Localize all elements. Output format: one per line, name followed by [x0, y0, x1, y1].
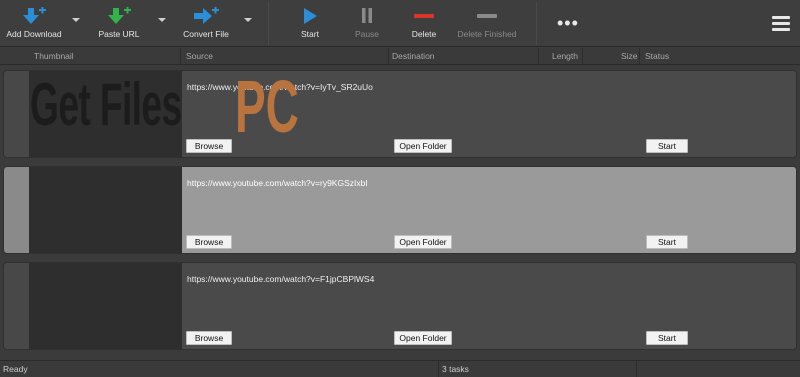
delete-minus-icon	[413, 7, 435, 25]
row-start-button[interactable]: Start	[646, 139, 688, 153]
open-folder-button[interactable]: Open Folder	[394, 331, 452, 345]
delete-button[interactable]: Delete	[404, 0, 444, 47]
header-separator	[582, 48, 583, 65]
delete-finished-label: Delete Finished	[457, 29, 517, 39]
col-size[interactable]: Size	[621, 51, 638, 61]
download-row-selected[interactable]: https://www.youtube.com/watch?v=ry9KGSzI…	[3, 166, 797, 254]
paste-url-button[interactable]: Paste URL	[93, 0, 145, 47]
open-folder-button[interactable]: Open Folder	[394, 139, 452, 153]
col-length[interactable]: Length	[552, 51, 578, 61]
browse-button[interactable]: Browse	[186, 235, 232, 249]
status-separator	[636, 361, 637, 377]
status-bar: Ready 3 tasks	[0, 360, 800, 377]
row-thumbnail	[29, 167, 182, 253]
pause-icon	[360, 7, 374, 25]
row-source-url: https://www.youtube.com/watch?v=F1jpCBPl…	[187, 274, 375, 284]
header-separator	[538, 48, 539, 65]
row-thumbnail	[29, 263, 182, 349]
open-folder-button[interactable]: Open Folder	[394, 235, 452, 249]
add-download-dropdown-icon[interactable]	[72, 18, 80, 22]
row-source-url: https://www.youtube.com/watch?v=ry9KGSzI…	[187, 178, 368, 188]
paste-url-label: Paste URL	[98, 29, 140, 39]
col-destination[interactable]: Destination	[392, 51, 435, 61]
download-row[interactable]: https://www.youtube.com/watch?v=F1jpCBPl…	[3, 262, 797, 350]
row-start-button[interactable]: Start	[646, 331, 688, 345]
browse-button[interactable]: Browse	[186, 331, 232, 345]
browse-button[interactable]: Browse	[186, 139, 232, 153]
add-download-button[interactable]: Add Download	[4, 0, 64, 47]
start-label: Start	[301, 29, 319, 39]
delete-label: Delete	[411, 29, 437, 39]
start-button[interactable]: Start	[290, 0, 330, 47]
toolbar-separator	[268, 2, 269, 45]
col-thumbnail[interactable]: Thumbnail	[34, 51, 74, 61]
convert-file-dropdown-icon[interactable]	[244, 18, 252, 22]
play-icon	[302, 7, 318, 25]
more-dots-icon[interactable]: •••	[557, 14, 579, 32]
col-status[interactable]: Status	[645, 51, 669, 61]
download-plus-icon	[21, 7, 47, 25]
toolbar-separator	[536, 2, 537, 45]
paste-url-plus-icon	[106, 7, 132, 25]
watermark-text: Get Files	[30, 71, 182, 138]
paste-url-dropdown-icon[interactable]	[158, 18, 166, 22]
pause-button[interactable]: Pause	[347, 0, 387, 47]
status-text: Ready	[3, 364, 28, 374]
toolbar: Add Download Paste URL Convert File Star…	[0, 0, 800, 47]
column-header: Thumbnail Source Destination Length Size…	[0, 48, 800, 65]
watermark-accent: PC	[235, 65, 299, 148]
col-source[interactable]: Source	[186, 51, 213, 61]
header-separator	[639, 48, 640, 65]
pause-label: Pause	[354, 29, 380, 39]
row-start-button[interactable]: Start	[646, 235, 688, 249]
task-count: 3 tasks	[442, 364, 469, 374]
delete-finished-button[interactable]: Delete Finished	[455, 0, 519, 47]
convert-file-button[interactable]: Convert File	[178, 0, 234, 47]
convert-plus-icon	[192, 7, 220, 25]
add-download-label: Add Download	[6, 29, 62, 39]
convert-file-label: Convert File	[183, 29, 229, 39]
header-separator	[388, 48, 389, 65]
status-separator	[438, 361, 439, 377]
delete-finished-minus-icon	[476, 7, 498, 25]
header-separator	[180, 48, 181, 65]
hamburger-menu-icon[interactable]	[772, 16, 790, 34]
